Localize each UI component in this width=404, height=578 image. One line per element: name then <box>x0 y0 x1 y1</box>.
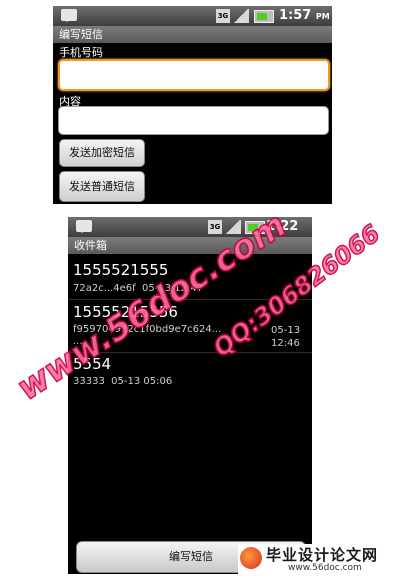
send-normal-button[interactable]: 发送普通短信 <box>59 171 145 202</box>
message-preview: 33333 05-13 05:06 <box>73 376 173 387</box>
logo-url: www.56doc.com <box>288 563 362 573</box>
sender-number: 1555521555 <box>73 261 169 279</box>
message-notification-icon <box>61 9 77 22</box>
network-3g-icon: 3G <box>208 220 222 234</box>
phone-number-input[interactable] <box>58 59 330 91</box>
signal-icon <box>233 9 249 23</box>
battery-icon <box>254 10 274 23</box>
site-logo: 毕业设计论文网 www.56doc.com <box>238 544 398 576</box>
logo-title: 毕业设计论文网 <box>266 546 379 564</box>
compose-screen: 3G 1:57 PM 编写短信 手机号码 内容 发送加密短信 发送普通短信 <box>53 6 332 204</box>
status-time: 1:57 PM <box>279 8 330 23</box>
logo-icon <box>240 547 262 569</box>
message-notification-icon <box>76 220 92 233</box>
phone-label: 手机号码 <box>59 46 103 59</box>
window-title: 编写短信 <box>53 26 332 43</box>
content-input[interactable] <box>58 106 329 135</box>
network-3g-icon: 3G <box>216 9 230 23</box>
message-date: 05-13 12:46 <box>271 325 301 349</box>
status-bar: 3G 1:57 PM <box>53 6 332 26</box>
send-encrypted-button[interactable]: 发送加密短信 <box>59 139 145 167</box>
